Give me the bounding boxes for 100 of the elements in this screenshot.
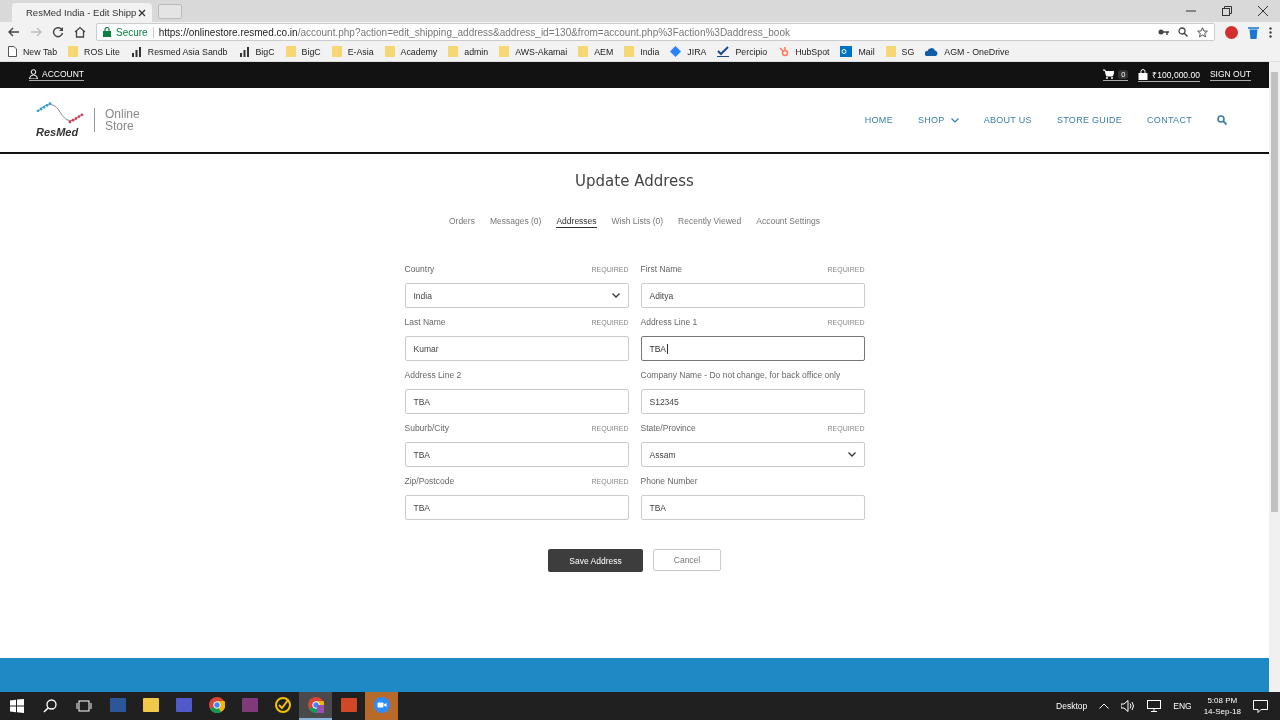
field-label: Last Name xyxy=(404,317,446,327)
restore-icon[interactable] xyxy=(1222,6,1232,16)
folder-icon xyxy=(578,46,589,57)
browser-tab[interactable]: ResMed India - Edit Shipp xyxy=(12,3,152,22)
address-bar[interactable]: Secure https://onlinestore.resmed.co.in/account.php?action=edit_shipping_address&address_id=130&from=account.php%3Faction%3Daddress_book xyxy=(96,23,1215,41)
nav-link[interactable]: ABOUT US xyxy=(983,115,1032,125)
field-label: Address Line 1 xyxy=(640,317,698,327)
account-tab[interactable]: Wish Lists (0) xyxy=(611,216,664,228)
key-icon[interactable] xyxy=(1158,28,1169,36)
account-tab[interactable]: Recently Viewed xyxy=(678,216,742,228)
url-text: https://onlinestore.resmed.co.in/account.php?action=edit_shipping_address&address_id=130&from=account.php%3Faction%3Daddress_book xyxy=(158,26,790,38)
field-label: Suburb/City xyxy=(404,423,449,433)
bookmark[interactable]: Mail xyxy=(840,46,875,57)
input-field[interactable]: TBA xyxy=(404,495,629,520)
task-view-icon[interactable] xyxy=(76,700,92,712)
folder-icon xyxy=(285,46,296,57)
desktop-toolbar-label[interactable]: Desktop xyxy=(1056,701,1088,711)
wave-logo-icon xyxy=(36,102,84,126)
select-field[interactable]: Assam xyxy=(640,442,865,467)
folder-icon xyxy=(624,46,635,57)
bookmark[interactable]: Percipio xyxy=(717,46,768,57)
store-label: Online xyxy=(105,108,140,120)
bookmark[interactable]: Academy xyxy=(384,46,438,57)
bookmark[interactable]: ROS Lite xyxy=(68,46,120,57)
star-icon[interactable] xyxy=(1197,26,1208,38)
zoom-icon[interactable] xyxy=(1178,27,1188,37)
save-address-button[interactable]: Save Address xyxy=(548,549,643,572)
bookmark[interactable]: BigC xyxy=(285,46,321,57)
bookmark[interactable]: Resmed Asia Sandb xyxy=(130,46,228,57)
input-field[interactable]: TBA xyxy=(404,442,629,467)
input-field[interactable]: S12345 xyxy=(640,389,865,414)
speaker-icon[interactable] xyxy=(1121,700,1136,712)
search-icon[interactable] xyxy=(43,699,57,713)
close-icon[interactable] xyxy=(138,8,146,17)
nav-link[interactable]: STORE GUIDE xyxy=(1056,115,1123,125)
sign-out-link[interactable]: SIGN OUT xyxy=(1209,69,1251,81)
home-icon[interactable] xyxy=(74,26,86,38)
folder-icon xyxy=(68,46,79,57)
reload-icon[interactable] xyxy=(52,26,64,38)
account-tab[interactable]: Messages (0) xyxy=(489,216,542,228)
bookmark[interactable]: AGM - OneDrive xyxy=(925,46,1010,57)
bar-chart-icon xyxy=(238,46,250,57)
app-icon xyxy=(109,697,126,713)
input-field[interactable]: TBA xyxy=(640,495,865,520)
page-title: Update Address xyxy=(575,172,694,190)
field-label: Phone Number xyxy=(640,476,698,486)
field-label: First Name xyxy=(640,264,683,274)
bookmark[interactable]: E-Asia xyxy=(331,46,374,57)
input-field[interactable]: Kumar xyxy=(404,336,629,361)
secure-label: Secure xyxy=(116,26,154,38)
account-link[interactable]: ACCOUNT xyxy=(29,69,85,81)
clock[interactable]: 5:08 PM 14-Sep-18 xyxy=(1203,695,1241,717)
video-camera-icon xyxy=(373,697,390,713)
select-field[interactable]: India xyxy=(404,283,629,308)
bookmark[interactable]: India xyxy=(624,46,660,57)
brand-name: ResMed xyxy=(36,126,79,138)
field-label: Address Line 2 xyxy=(404,370,462,380)
nav-link[interactable]: HOME xyxy=(864,115,893,125)
menu-icon[interactable] xyxy=(1269,26,1272,38)
language-indicator[interactable]: ENG xyxy=(1173,701,1192,711)
account-tab[interactable]: Orders xyxy=(448,216,475,228)
bookmark[interactable]: SG xyxy=(885,46,915,57)
notification-icon[interactable] xyxy=(1253,699,1268,713)
bookmark[interactable]: New Tab xyxy=(8,46,58,57)
balance-link[interactable]: ₹100,000.00 xyxy=(1138,68,1200,82)
input-field[interactable]: TBA xyxy=(640,336,865,361)
bookmark[interactable]: JIRA xyxy=(670,46,707,57)
bookmark[interactable]: admin xyxy=(448,46,489,57)
diamond-icon xyxy=(670,46,682,57)
close-icon[interactable] xyxy=(1258,6,1268,16)
checkmark-icon xyxy=(717,46,730,57)
bookmark[interactable]: AEM xyxy=(578,46,614,57)
nav-link[interactable]: CONTACT xyxy=(1147,115,1192,125)
windows-start-icon[interactable] xyxy=(10,699,24,713)
network-icon[interactable] xyxy=(1147,700,1162,712)
chevron-down-icon xyxy=(950,117,959,123)
checkmark-circle-icon xyxy=(274,697,291,713)
cancel-button[interactable]: Cancel xyxy=(653,549,721,571)
bookmark[interactable]: AWS-Akamai xyxy=(499,46,568,57)
folder-icon xyxy=(885,46,896,57)
cart-icon xyxy=(1103,69,1115,79)
bookmark[interactable]: HubSpot xyxy=(778,46,830,57)
account-tab[interactable]: Addresses xyxy=(556,216,597,228)
trash-icon[interactable] xyxy=(1248,25,1259,39)
nav-link[interactable]: SHOP xyxy=(917,115,959,125)
folder-icon xyxy=(499,46,510,57)
taskbar-app[interactable] xyxy=(299,692,332,720)
chevron-up-icon[interactable] xyxy=(1099,703,1110,709)
input-field[interactable]: Aditya xyxy=(640,283,865,308)
field-label: Country xyxy=(404,264,435,274)
user-icon xyxy=(29,69,38,79)
page-icon xyxy=(8,46,17,57)
bookmark[interactable]: BigC xyxy=(238,46,275,57)
scrollbar[interactable] xyxy=(1269,62,1280,692)
account-tab[interactable]: Account Settings xyxy=(756,216,821,228)
back-icon[interactable] xyxy=(8,26,20,38)
balance-amount: ₹100,000.00 xyxy=(1152,68,1200,80)
field-label: Zip/Postcode xyxy=(404,476,455,486)
input-field[interactable]: TBA xyxy=(404,389,629,414)
app-icon xyxy=(241,697,258,713)
